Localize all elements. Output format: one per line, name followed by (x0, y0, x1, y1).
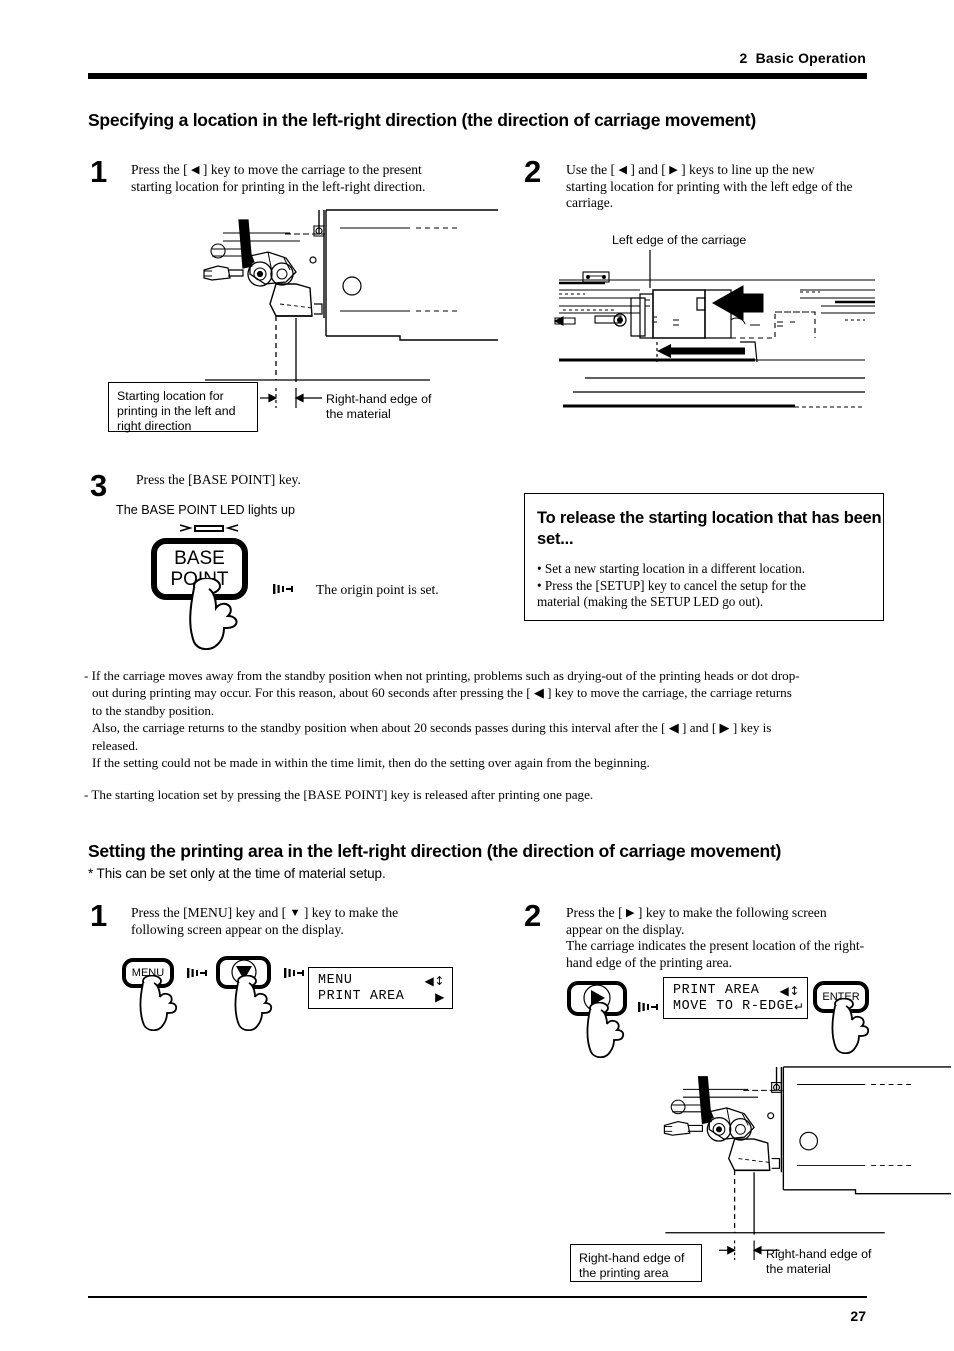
step-2-1-line1-pre: Press the [MENU] key and [ (131, 905, 290, 920)
step-text-1-2: Use the [ ◀ ] and [ ▶ ] keys to line up … (566, 162, 886, 212)
step-number-2-1: 1 (90, 898, 108, 933)
step-1-2-line1-pre: Use the [ (566, 162, 619, 177)
printer-front-diagram (545, 250, 885, 415)
callout-item-0: • Set a new starting location in a diffe… (537, 561, 806, 576)
footer-rule (88, 1296, 867, 1298)
right-arrow-icon: ▶ (669, 164, 678, 176)
manual-page: 2 Basic Operation Specifying a location … (0, 0, 954, 1351)
finger-pressing-down-arrow-icon (233, 975, 285, 1031)
arrow-separator-icon (283, 966, 305, 980)
finger-pressing-base-point-icon (182, 578, 256, 650)
callout-item-1: • Press the [SETUP] key to cancel the se… (537, 577, 807, 593)
caption-led-lights-up: The BASE POINT LED lights up (116, 503, 295, 517)
finger-pressing-enter-icon (830, 998, 882, 1054)
caption-right-hand-edge-material-top: Right-hand edge of the material (326, 392, 432, 421)
lcd-row-1-indicator-icon: ◀↕ (779, 984, 800, 998)
step-1-1-line1-pre: Press the [ (131, 162, 192, 177)
caption-left-edge-carriage: Left edge of the carriage (612, 233, 747, 247)
lcd-row-2-text: MOVE TO R-EDGE (673, 999, 794, 1014)
step-text-1-1: Press the [ ◀ ] key to move the carriage… (131, 162, 481, 195)
step-number-1-2: 2 (524, 154, 542, 189)
lcd-row-2-indicator-icon: ▶ (435, 990, 445, 1004)
lcd-row-2: MOVE TO R-EDGE ↵ (673, 999, 804, 1015)
lcd-row-1: MENU ◀↕ (318, 973, 445, 989)
chapter-title: Basic Operation (755, 50, 866, 66)
section-2-heading: Setting the printing area in the left-ri… (88, 841, 782, 861)
finger-pressing-right-arrow-icon (585, 1002, 637, 1058)
note-1-line-3: Also, the carriage returns to the standb… (92, 720, 772, 736)
note-1-line-5: If the setting could not be made in with… (92, 755, 650, 771)
step-1-2-line1-mid: ] and [ (626, 162, 670, 177)
step-text-1-3: Press the [BASE POINT] key. (136, 472, 301, 487)
arrow-separator-icon (272, 582, 294, 596)
step-text-2-1: Press the [MENU] key and [ ▼ ] key to ma… (131, 905, 461, 938)
note-2-line-0: - The starting location set by pressing … (84, 787, 594, 802)
note-1-line-2: to the standby position. (92, 702, 215, 718)
caption-origin-point-set: The origin point is set. (316, 582, 439, 597)
left-arrow-icon: ◀ (618, 164, 627, 176)
step-2-1-line2: following screen appear on the display. (131, 921, 344, 937)
arrow-separator-icon (186, 966, 208, 980)
base-point-key-label-line1: BASE (174, 548, 225, 569)
step-2-1-line1-post: ] key to make the (300, 905, 399, 920)
step-1-2-line2: starting location for printing with the … (566, 178, 853, 194)
callout-title: To release the starting location that ha… (537, 509, 882, 548)
base-point-led-icon (178, 522, 240, 536)
step-2-2-line2: appear on the display. (566, 921, 685, 937)
finger-pressing-menu-icon (138, 975, 190, 1031)
page-header: 2 Basic Operation (739, 50, 866, 66)
release-starting-location-callout: To release the starting location that ha… (524, 493, 884, 621)
chapter-number: 2 (739, 50, 748, 66)
note-1-line-4: released. (92, 737, 139, 753)
arrow-separator-icon (637, 1000, 659, 1014)
caption-right-hand-edge-printing-area: Right-hand edge of the printing area (570, 1244, 702, 1282)
page-number: 27 (850, 1308, 866, 1324)
step-number-1-3: 3 (90, 468, 108, 503)
lcd-display-menu: MENU ◀↕ PRINT AREA ▶ (308, 967, 453, 1009)
step-2-2-line1-pre: Press the [ (566, 905, 627, 920)
step-number-1-1: 1 (90, 154, 108, 189)
lcd-row-1-text: MENU (318, 973, 353, 988)
lcd-row-2-indicator-icon: ↵ (793, 1000, 805, 1014)
caption-starting-location: Starting location for printing in the le… (108, 382, 258, 433)
lcd-row-1: PRINT AREA ◀↕ (673, 983, 800, 999)
step-1-2-line1-post: ] keys to line up the new (677, 162, 815, 177)
lcd-row-1-indicator-icon: ◀↕ (424, 974, 445, 988)
lcd-row-2-text: PRINT AREA (318, 989, 405, 1004)
header-rule (88, 73, 867, 79)
section-2-subheading: * This can be set only at the time of ma… (88, 866, 386, 881)
lcd-display-print-area: PRINT AREA ◀↕ MOVE TO R-EDGE ↵ (663, 977, 808, 1019)
down-arrow-icon: ▼ (289, 907, 301, 919)
lcd-row-1-text: PRINT AREA (673, 983, 760, 998)
left-arrow-icon: ◀ (191, 164, 200, 176)
section-1-heading: Specifying a location in the left-right … (88, 110, 756, 130)
step-text-2-2: Press the [ ▶ ] key to make the followin… (566, 905, 906, 971)
lcd-row-2: PRINT AREA ▶ (318, 989, 445, 1005)
caption-right-hand-edge-material-bottom: Right-hand edge of the material (766, 1247, 872, 1276)
step-2-2-line3: The carriage indicates the present locat… (566, 938, 865, 953)
note-paragraph-1: - If the carriage moves away from the st… (84, 667, 884, 771)
step-1-1-line2: starting location for printing in the le… (131, 178, 426, 194)
step-2-2-line4: hand edge of the printing area. (566, 954, 733, 970)
note-paragraph-2: - The starting location set by pressing … (84, 786, 884, 803)
step-1-1-line1-post: ] key to move the carriage to the presen… (199, 162, 422, 177)
callout-item-2: material (making the SETUP LED go out). (537, 594, 764, 610)
note-1-line-0: - If the carriage moves away from the st… (84, 668, 800, 683)
step-2-2-line1-post: ] key to make the following screen (634, 905, 827, 920)
note-1-line-1: out during printing may occur. For this … (92, 685, 792, 701)
callout-list: • Set a new starting location in a diffe… (537, 561, 883, 611)
step-number-2-2: 2 (524, 898, 542, 933)
step-1-2-line3: carriage. (566, 195, 614, 210)
right-arrow-icon: ▶ (626, 907, 635, 919)
